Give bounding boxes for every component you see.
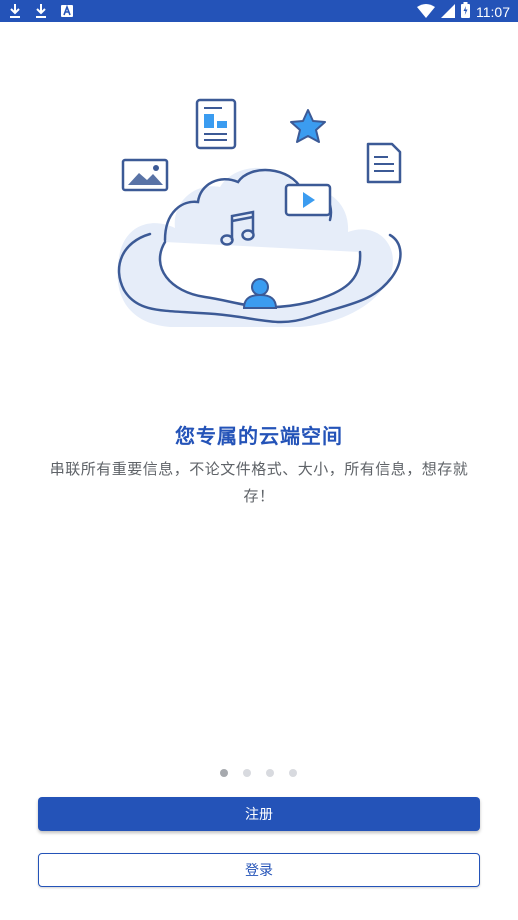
signal-icon xyxy=(441,3,455,22)
video-icon xyxy=(284,183,332,217)
image-icon xyxy=(121,158,169,192)
download-icon xyxy=(8,3,24,19)
a-icon xyxy=(60,3,76,19)
clock: 11:07 xyxy=(476,4,510,20)
page-dot-4[interactable] xyxy=(289,769,297,777)
file-icon xyxy=(366,142,402,184)
page-dot-2[interactable] xyxy=(243,769,251,777)
login-button[interactable]: 登录 xyxy=(38,853,480,887)
onboarding-title: 您专属的云端空间 xyxy=(175,424,343,448)
download-icon xyxy=(34,3,50,19)
status-bar: 11:07 xyxy=(0,0,518,22)
register-button[interactable]: 注册 xyxy=(38,797,480,831)
document-icon xyxy=(195,98,237,150)
wifi-icon xyxy=(417,3,435,22)
page-indicator xyxy=(220,769,297,777)
system-status: 11:07 xyxy=(417,2,510,22)
battery-icon xyxy=(461,2,470,22)
page-dot-3[interactable] xyxy=(266,769,274,777)
onboarding-description: 串联所有重要信息，不论文件格式、大小，所有信息，想存就存！ xyxy=(49,460,469,505)
cloud-illustration xyxy=(110,92,410,337)
page-dot-1[interactable] xyxy=(220,769,228,777)
star-icon xyxy=(290,109,326,143)
notification-area xyxy=(8,3,76,19)
